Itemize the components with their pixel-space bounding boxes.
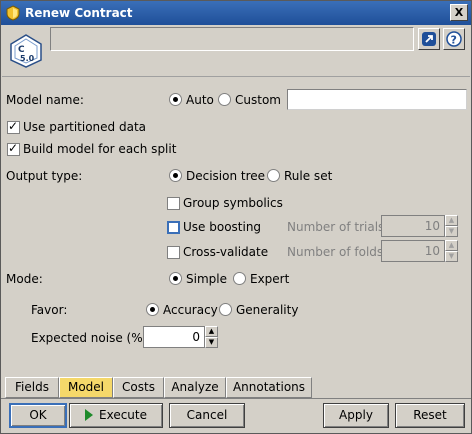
- mode-simple-radio[interactable]: [169, 272, 182, 285]
- output-type-rule-label: Rule set: [284, 169, 333, 183]
- dialog-window: Renew Contract X C 5.0 ? Model name: Aut…: [0, 0, 472, 434]
- favor-accuracy-label: Accuracy: [163, 303, 218, 317]
- cross-validate-label: Cross-validate: [183, 245, 269, 259]
- output-type-label: Output type:: [6, 169, 83, 183]
- close-button[interactable]: X: [450, 4, 468, 21]
- expected-noise-down-icon[interactable]: ▼: [205, 337, 218, 348]
- num-folds-down-icon[interactable]: ▼: [445, 251, 458, 262]
- execute-label: Execute: [99, 408, 147, 422]
- tab-model[interactable]: Model: [59, 377, 113, 398]
- favor-accuracy-radio[interactable]: [146, 303, 159, 316]
- node-shield-icon: [6, 5, 20, 21]
- apply-button[interactable]: Apply: [323, 403, 389, 428]
- launch-button[interactable]: [418, 28, 440, 50]
- expected-noise-label: Expected noise (%):: [31, 331, 152, 345]
- tab-analyze[interactable]: Analyze: [164, 377, 226, 398]
- group-symbolics-label: Group symbolics: [183, 196, 283, 210]
- close-icon: X: [454, 6, 464, 19]
- tab-fields[interactable]: Fields: [5, 377, 59, 398]
- build-each-split-checkbox[interactable]: [7, 141, 20, 156]
- help-button[interactable]: ?: [443, 28, 465, 50]
- tab-costs[interactable]: Costs: [113, 377, 164, 398]
- favor-generality-radio[interactable]: [219, 303, 232, 316]
- expected-noise-value[interactable]: 0: [143, 326, 205, 348]
- output-type-rule-radio[interactable]: [267, 169, 280, 182]
- num-trials-stepper[interactable]: 10 ▲ ▼: [381, 215, 459, 237]
- favor-label: Favor:: [31, 303, 68, 317]
- button-bar: OK Execute Cancel Apply Reset: [1, 398, 471, 433]
- svg-text:?: ?: [451, 34, 457, 47]
- window-title: Renew Contract: [25, 6, 133, 20]
- mode-label: Mode:: [6, 272, 43, 286]
- model-name-custom-label: Custom: [235, 93, 281, 107]
- dialog-header: C 5.0 ?: [2, 25, 470, 77]
- annotation-field[interactable]: [50, 27, 414, 51]
- ok-button[interactable]: OK: [9, 403, 67, 428]
- output-type-decision-label: Decision tree: [186, 169, 266, 183]
- help-icon: ?: [446, 31, 462, 47]
- output-type-decision-radio[interactable]: [169, 169, 182, 182]
- node-icon-version: 5.0: [20, 54, 35, 63]
- mode-expert-radio[interactable]: [233, 272, 246, 285]
- build-each-split-label: Build model for each split: [23, 142, 177, 156]
- model-name-input[interactable]: [287, 89, 467, 110]
- use-partitioned-label: Use partitioned data: [23, 120, 147, 134]
- num-trials-value[interactable]: 10: [381, 215, 445, 237]
- reset-button[interactable]: Reset: [395, 403, 465, 428]
- cancel-button[interactable]: Cancel: [169, 403, 245, 428]
- num-folds-label: Number of folds:: [287, 245, 388, 259]
- group-symbolics-checkbox[interactable]: [167, 197, 180, 210]
- model-name-auto-radio[interactable]: [169, 93, 182, 106]
- c50-node-icon: C 5.0: [10, 34, 42, 68]
- tab-annotations[interactable]: Annotations: [226, 377, 312, 398]
- use-partitioned-checkbox[interactable]: [7, 119, 20, 134]
- title-bar[interactable]: Renew Contract X: [1, 1, 471, 25]
- mode-simple-label: Simple: [186, 272, 227, 286]
- model-name-custom-radio[interactable]: [218, 93, 231, 106]
- cross-validate-checkbox[interactable]: [167, 246, 180, 259]
- num-trials-up-icon[interactable]: ▲: [445, 215, 458, 226]
- use-boosting-label: Use boosting: [183, 220, 262, 234]
- num-trials-label: Number of trials:: [287, 220, 389, 234]
- expected-noise-stepper[interactable]: 0 ▲ ▼: [143, 326, 219, 348]
- num-trials-down-icon[interactable]: ▼: [445, 226, 458, 237]
- num-folds-value[interactable]: 10: [381, 240, 445, 262]
- execute-button[interactable]: Execute: [69, 403, 163, 428]
- execute-play-icon: [85, 409, 93, 421]
- favor-generality-label: Generality: [236, 303, 299, 317]
- use-boosting-checkbox[interactable]: [167, 221, 180, 234]
- model-name-auto-label: Auto: [186, 93, 214, 107]
- expected-noise-up-icon[interactable]: ▲: [205, 326, 218, 337]
- launch-icon: [422, 32, 436, 46]
- mode-expert-label: Expert: [250, 272, 290, 286]
- num-folds-up-icon[interactable]: ▲: [445, 240, 458, 251]
- model-name-label: Model name:: [6, 93, 84, 107]
- num-folds-stepper[interactable]: 10 ▲ ▼: [381, 240, 459, 262]
